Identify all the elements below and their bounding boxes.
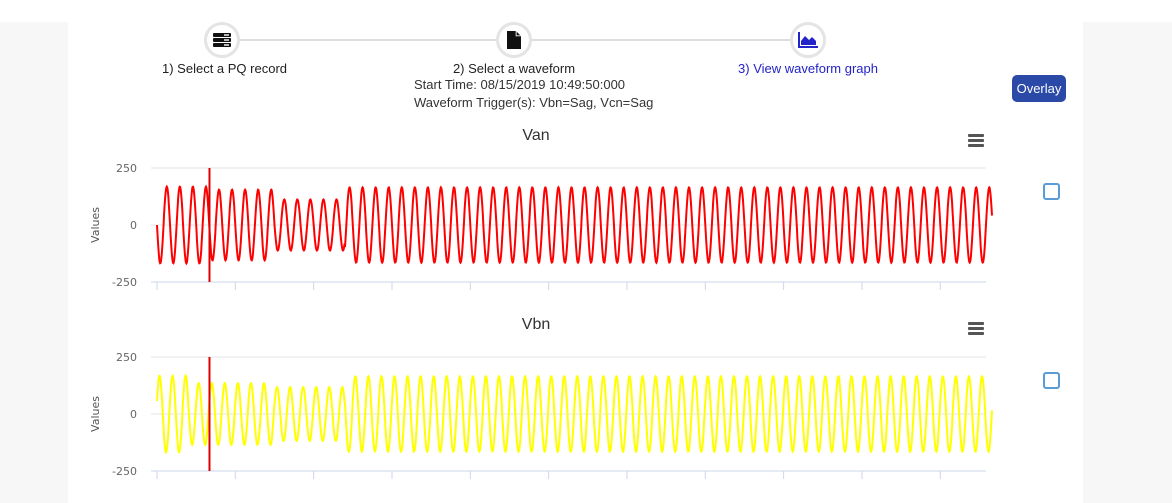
top-strip [0,0,1172,22]
y-tick-label: 250 [116,162,137,175]
step-1-label: 1) Select a PQ record [162,61,287,76]
y-axis-label: Values [89,207,102,243]
step-2-label: 2) Select a waveform [452,61,576,76]
select-checkbox-van[interactable] [1043,183,1060,200]
step-3-label: 3) View waveform graph [738,61,878,76]
wizard-step-select-record[interactable]: 1) Select a PQ record [162,22,287,76]
chart-vbn: 2500-25001002003004005006007008009001000… [89,351,993,479]
start-time: Start Time: 08/15/2019 10:49:50:000 [414,77,626,92]
chart-menu-icon-van[interactable] [968,134,984,147]
y-tick-label: 0 [130,408,137,421]
y-tick-label: -250 [112,465,137,478]
y-tick-label: -250 [112,276,137,289]
y-axis-label: Values [89,396,102,432]
chart-title-van: Van [522,127,550,144]
area-chart-icon [798,32,818,48]
step-3-circle[interactable] [790,22,826,58]
wizard-step-view-graph[interactable]: 3) View waveform graph [738,22,878,76]
y-tick-label: 0 [130,219,137,232]
chart-menu-icon-vbn[interactable] [968,322,984,335]
wizard-step-select-waveform[interactable]: 2) Select a waveform Start Time: 08/15/2… [414,22,654,112]
overlay-button[interactable]: Overlay [1012,75,1066,102]
step-2-circle[interactable] [496,22,532,58]
chart-title-vbn: Vbn [521,316,551,333]
server-list-icon [213,33,231,47]
select-checkbox-vbn[interactable] [1043,372,1060,389]
file-icon [507,31,521,49]
step-1-circle[interactable] [204,22,240,58]
y-tick-label: 250 [116,351,137,364]
waveform-triggers: Waveform Trigger(s): Vbn=Sag, Vcn=Sag [414,95,654,110]
chart-van: 2500-25001002003004005006007008009001000… [89,162,993,290]
